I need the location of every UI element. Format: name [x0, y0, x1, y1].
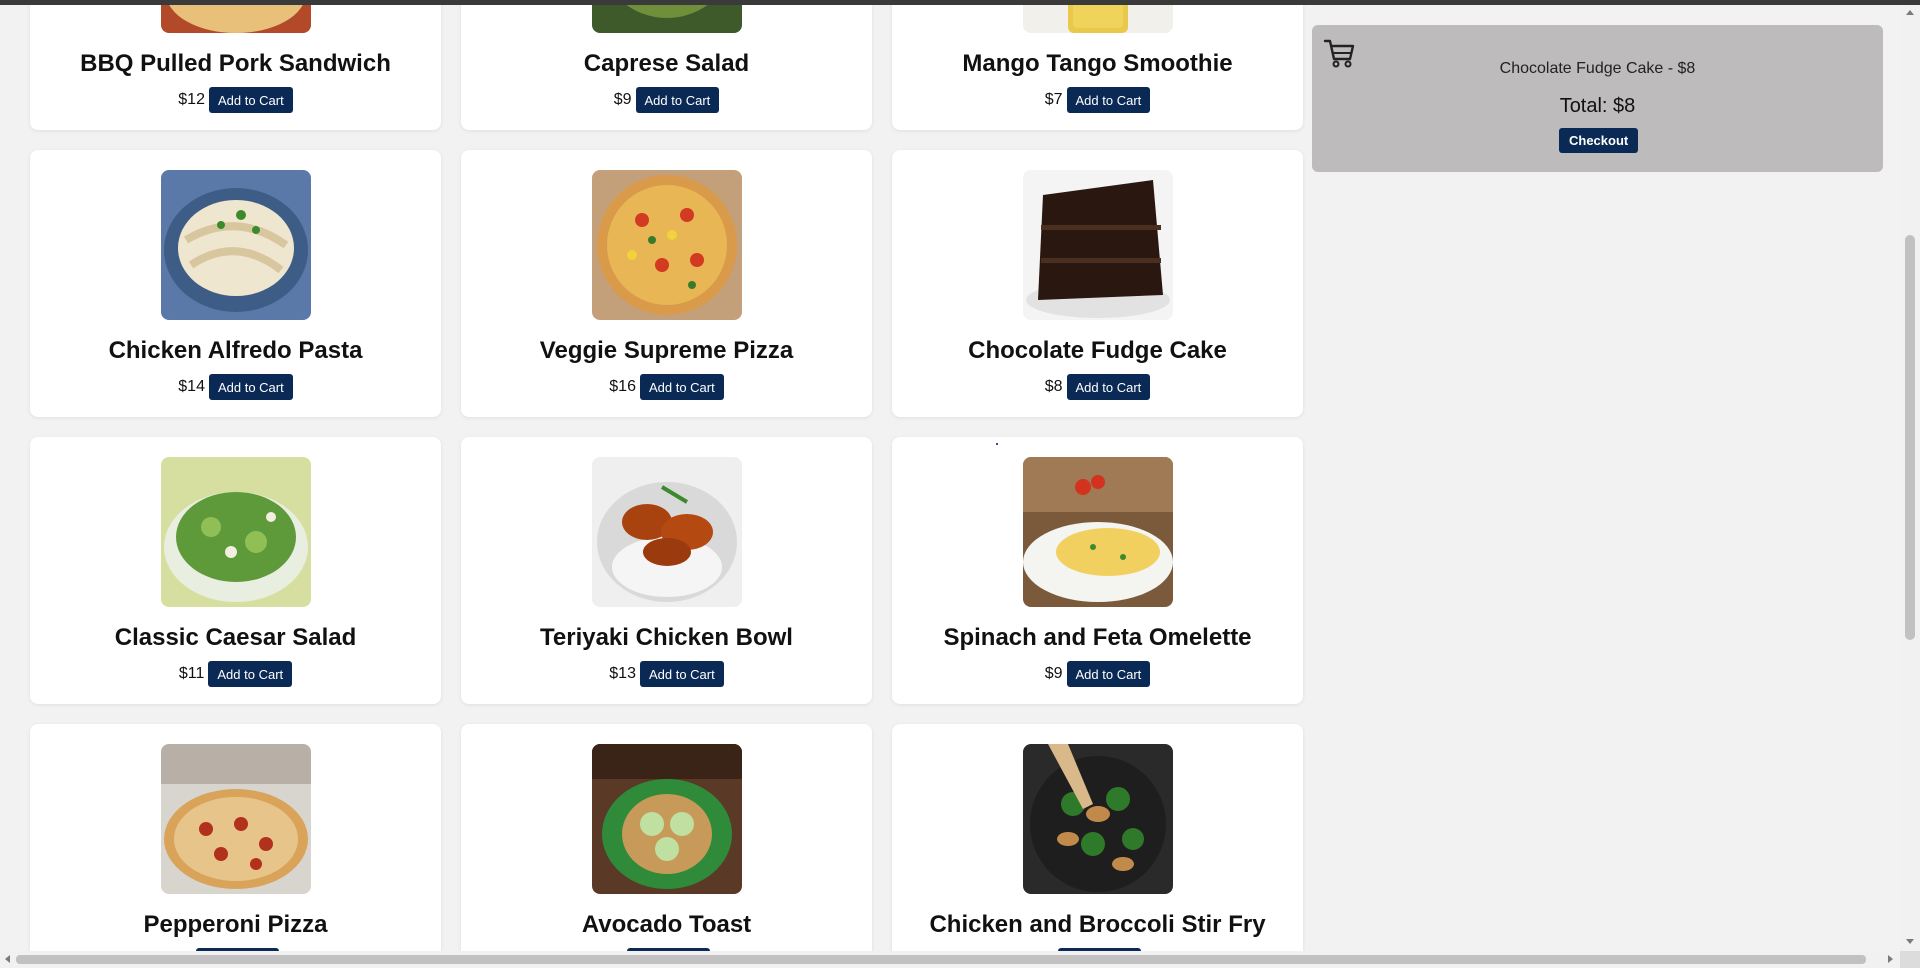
- menu-item-card: Avocado Toast Add to Cart: [461, 724, 872, 951]
- item-name: Mango Tango Smoothie: [962, 50, 1233, 77]
- add-to-cart-button[interactable]: Add to Cart: [1066, 374, 1151, 400]
- add-to-cart-button[interactable]: Add to Cart: [1066, 661, 1151, 687]
- food-image: [1022, 744, 1173, 894]
- menu-item-card: Mango Tango Smoothie $7 Add to Cart: [892, 5, 1303, 130]
- item-price: $11: [178, 665, 205, 682]
- food-image: [1022, 170, 1173, 320]
- food-image: [591, 457, 742, 607]
- item-name: Spinach and Feta Omelette: [943, 624, 1252, 651]
- vertical-scroll-thumb[interactable]: [1905, 235, 1915, 640]
- cart-total: Total: $8: [1559, 95, 1636, 117]
- horizontal-scroll-thumb[interactable]: [16, 955, 1866, 964]
- scroll-up-icon[interactable]: [1906, 10, 1914, 15]
- menu-grid: BBQ Pulled Pork Sandwich $12 Add to Cart…: [30, 5, 1303, 951]
- item-name: Chicken and Broccoli Stir Fry: [929, 911, 1266, 938]
- item-name: Chicken Alfredo Pasta: [108, 337, 363, 364]
- price-row: $16 Add to Cart: [609, 374, 724, 400]
- item-price: $14: [178, 378, 205, 395]
- cart-panel: Chocolate Fudge Cake - $8 Total: $8 Chec…: [1312, 25, 1883, 172]
- add-to-cart-button[interactable]: Add to Cart: [639, 374, 724, 400]
- item-name: Teriyaki Chicken Bowl: [540, 624, 793, 651]
- item-price: $16: [609, 378, 636, 395]
- menu-item-card: Veggie Supreme Pizza $16 Add to Cart: [461, 150, 872, 417]
- menu-item-card: Teriyaki Chicken Bowl $13 Add to Cart: [461, 437, 872, 704]
- checkout-button[interactable]: Checkout: [1559, 128, 1639, 153]
- scroll-down-icon[interactable]: [1906, 939, 1914, 944]
- food-image: [591, 5, 742, 33]
- price-row: $9 Add to Cart: [614, 87, 720, 113]
- item-price: $12: [178, 91, 205, 108]
- cart-item: Chocolate Fudge Cake - $8: [1499, 60, 1696, 77]
- menu-item-card: Pepperoni Pizza Add to Cart: [30, 724, 441, 951]
- menu-item-card: Classic Caesar Salad $11 Add to Cart: [30, 437, 441, 704]
- item-price: $9: [613, 91, 632, 108]
- add-to-cart-button[interactable]: Add to Cart: [208, 87, 293, 113]
- food-image: [160, 5, 311, 33]
- price-row: $9 Add to Cart: [1045, 661, 1151, 687]
- menu-area: BBQ Pulled Pork Sandwich $12 Add to Cart…: [0, 5, 1320, 951]
- stray-dot: [996, 443, 998, 445]
- item-price: $7: [1044, 91, 1063, 108]
- food-image: [160, 744, 311, 894]
- food-image: [160, 457, 311, 607]
- menu-item-card: Chicken Alfredo Pasta $14 Add to Cart: [30, 150, 441, 417]
- food-image: [591, 170, 742, 320]
- scrollbar-corner: [1900, 951, 1920, 968]
- item-name: Avocado Toast: [581, 911, 752, 938]
- price-row: $11 Add to Cart: [178, 661, 293, 687]
- item-name: BBQ Pulled Pork Sandwich: [80, 50, 391, 77]
- menu-item-card: Chicken and Broccoli Stir Fry Add to Car…: [892, 724, 1303, 951]
- menu-item-card: BBQ Pulled Pork Sandwich $12 Add to Cart: [30, 5, 441, 130]
- item-name: Chocolate Fudge Cake: [968, 337, 1227, 364]
- food-image: [1022, 5, 1173, 33]
- horizontal-scrollbar[interactable]: [0, 951, 1900, 968]
- add-to-cart-button[interactable]: Add to Cart: [639, 661, 724, 687]
- scroll-right-icon[interactable]: [1888, 955, 1893, 963]
- price-row: $8 Add to Cart: [1045, 374, 1151, 400]
- price-row: $14 Add to Cart: [178, 374, 293, 400]
- item-name: Veggie Supreme Pizza: [539, 337, 794, 364]
- menu-item-card: Chocolate Fudge Cake $8 Add to Cart: [892, 150, 1303, 417]
- item-name: Classic Caesar Salad: [114, 624, 357, 651]
- item-price: $13: [609, 665, 636, 682]
- add-to-cart-button[interactable]: Add to Cart: [208, 374, 293, 400]
- item-name: Caprese Salad: [583, 50, 750, 77]
- menu-item-card: Spinach and Feta Omelette $9 Add to Cart: [892, 437, 1303, 704]
- food-image: [160, 170, 311, 320]
- menu-item-card: Caprese Salad $9 Add to Cart: [461, 5, 872, 130]
- add-to-cart-button[interactable]: Add to Cart: [635, 87, 720, 113]
- item-price: $9: [1044, 665, 1063, 682]
- add-to-cart-button[interactable]: Add to Cart: [1066, 87, 1151, 113]
- add-to-cart-button[interactable]: Add to Cart: [208, 661, 293, 687]
- item-name: Pepperoni Pizza: [143, 911, 328, 938]
- scroll-left-icon[interactable]: [5, 955, 10, 963]
- price-row: $12 Add to Cart: [178, 87, 293, 113]
- vertical-scrollbar[interactable]: [1900, 5, 1920, 951]
- food-image: [1022, 457, 1173, 607]
- price-row: $13 Add to Cart: [609, 661, 724, 687]
- item-price: $8: [1044, 378, 1063, 395]
- food-image: [591, 744, 742, 894]
- price-row: $7 Add to Cart: [1045, 87, 1151, 113]
